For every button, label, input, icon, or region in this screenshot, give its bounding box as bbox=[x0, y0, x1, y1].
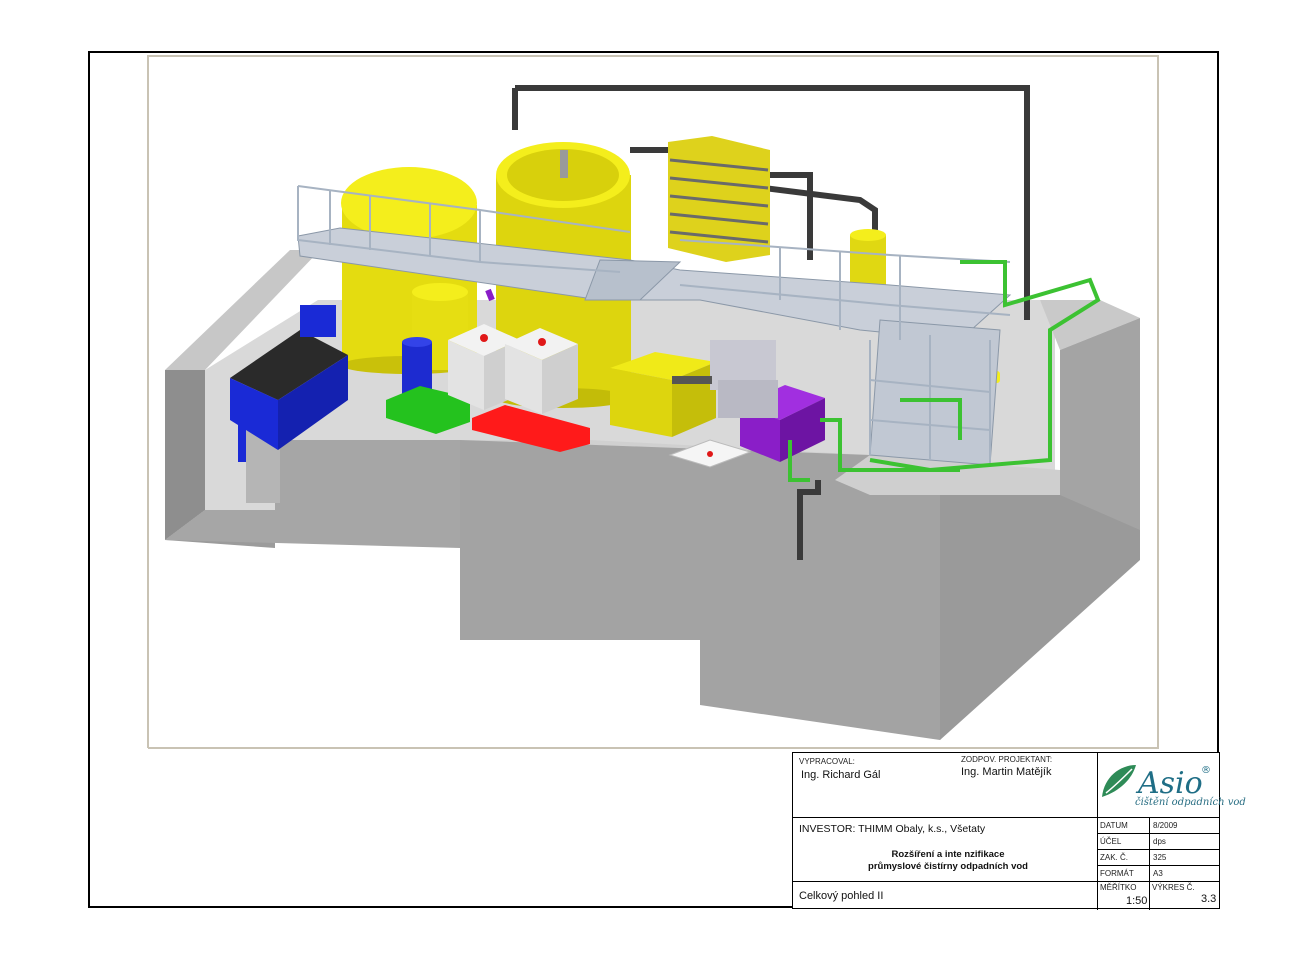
field-label-datum: DATUM bbox=[1100, 821, 1128, 830]
field-value-datum: 8/2009 bbox=[1153, 821, 1178, 830]
field-label-format: FORMÁT bbox=[1100, 869, 1134, 878]
logo-text: Asio bbox=[1135, 766, 1203, 801]
meritko-value: 1:50 bbox=[1126, 895, 1148, 907]
field-value-ucel: dps bbox=[1153, 837, 1166, 846]
purple-valve bbox=[485, 288, 495, 302]
zodpov-label: ZODPOV. PROJEKTANT: bbox=[961, 755, 1053, 764]
tank-left-top bbox=[341, 167, 477, 239]
filter-press-leg bbox=[238, 420, 246, 462]
tank-right-small-top bbox=[850, 229, 886, 241]
field-label-ucel: ÚČEL bbox=[1100, 837, 1122, 846]
tank-right-small bbox=[850, 235, 886, 285]
meritko-label: MĚŘÍTKO bbox=[1100, 883, 1137, 892]
investor-text: INVESTOR: THIMM Obaly, k.s., Všetaty bbox=[799, 823, 986, 835]
filter-press-motor bbox=[300, 305, 336, 337]
field-value-zak: 325 bbox=[1153, 853, 1167, 862]
tank-small-top bbox=[412, 283, 468, 301]
blue-drum-top bbox=[402, 337, 432, 347]
logo-registered: ® bbox=[1201, 765, 1211, 776]
project-title-line1: Rozšíření a inte nzifikace bbox=[891, 849, 1005, 860]
logo-tagline: čištění odpadních vod bbox=[1135, 797, 1246, 808]
grey-equipment-2 bbox=[718, 380, 778, 418]
platform-right bbox=[869, 319, 1001, 466]
grey-pipe bbox=[672, 376, 712, 384]
tank-mixer bbox=[560, 150, 568, 178]
vypracoval-name: Ing. Richard Gál bbox=[801, 769, 881, 781]
ibc-container-2 bbox=[505, 328, 578, 414]
field-value-format: A3 bbox=[1153, 869, 1163, 878]
title-block: VYPRACOVAL: Ing. Richard Gál ZODPOV. PRO… bbox=[792, 752, 1246, 910]
drawing-title: Celkový pohled II bbox=[799, 890, 884, 902]
vypracoval-label: VYPRACOVAL: bbox=[799, 757, 855, 766]
zodpov-name: Ing. Martin Matějík bbox=[961, 766, 1052, 778]
vykres-label: VÝKRES Č. bbox=[1152, 883, 1195, 892]
basin-right-front bbox=[940, 495, 1140, 740]
yellow-box-front bbox=[610, 368, 672, 437]
vykres-value: 3.3 bbox=[1201, 893, 1217, 905]
field-label-zak: ZAK. Č. bbox=[1100, 853, 1129, 862]
project-title-line2: průmyslové čistírny odpadních vod bbox=[868, 861, 1028, 872]
